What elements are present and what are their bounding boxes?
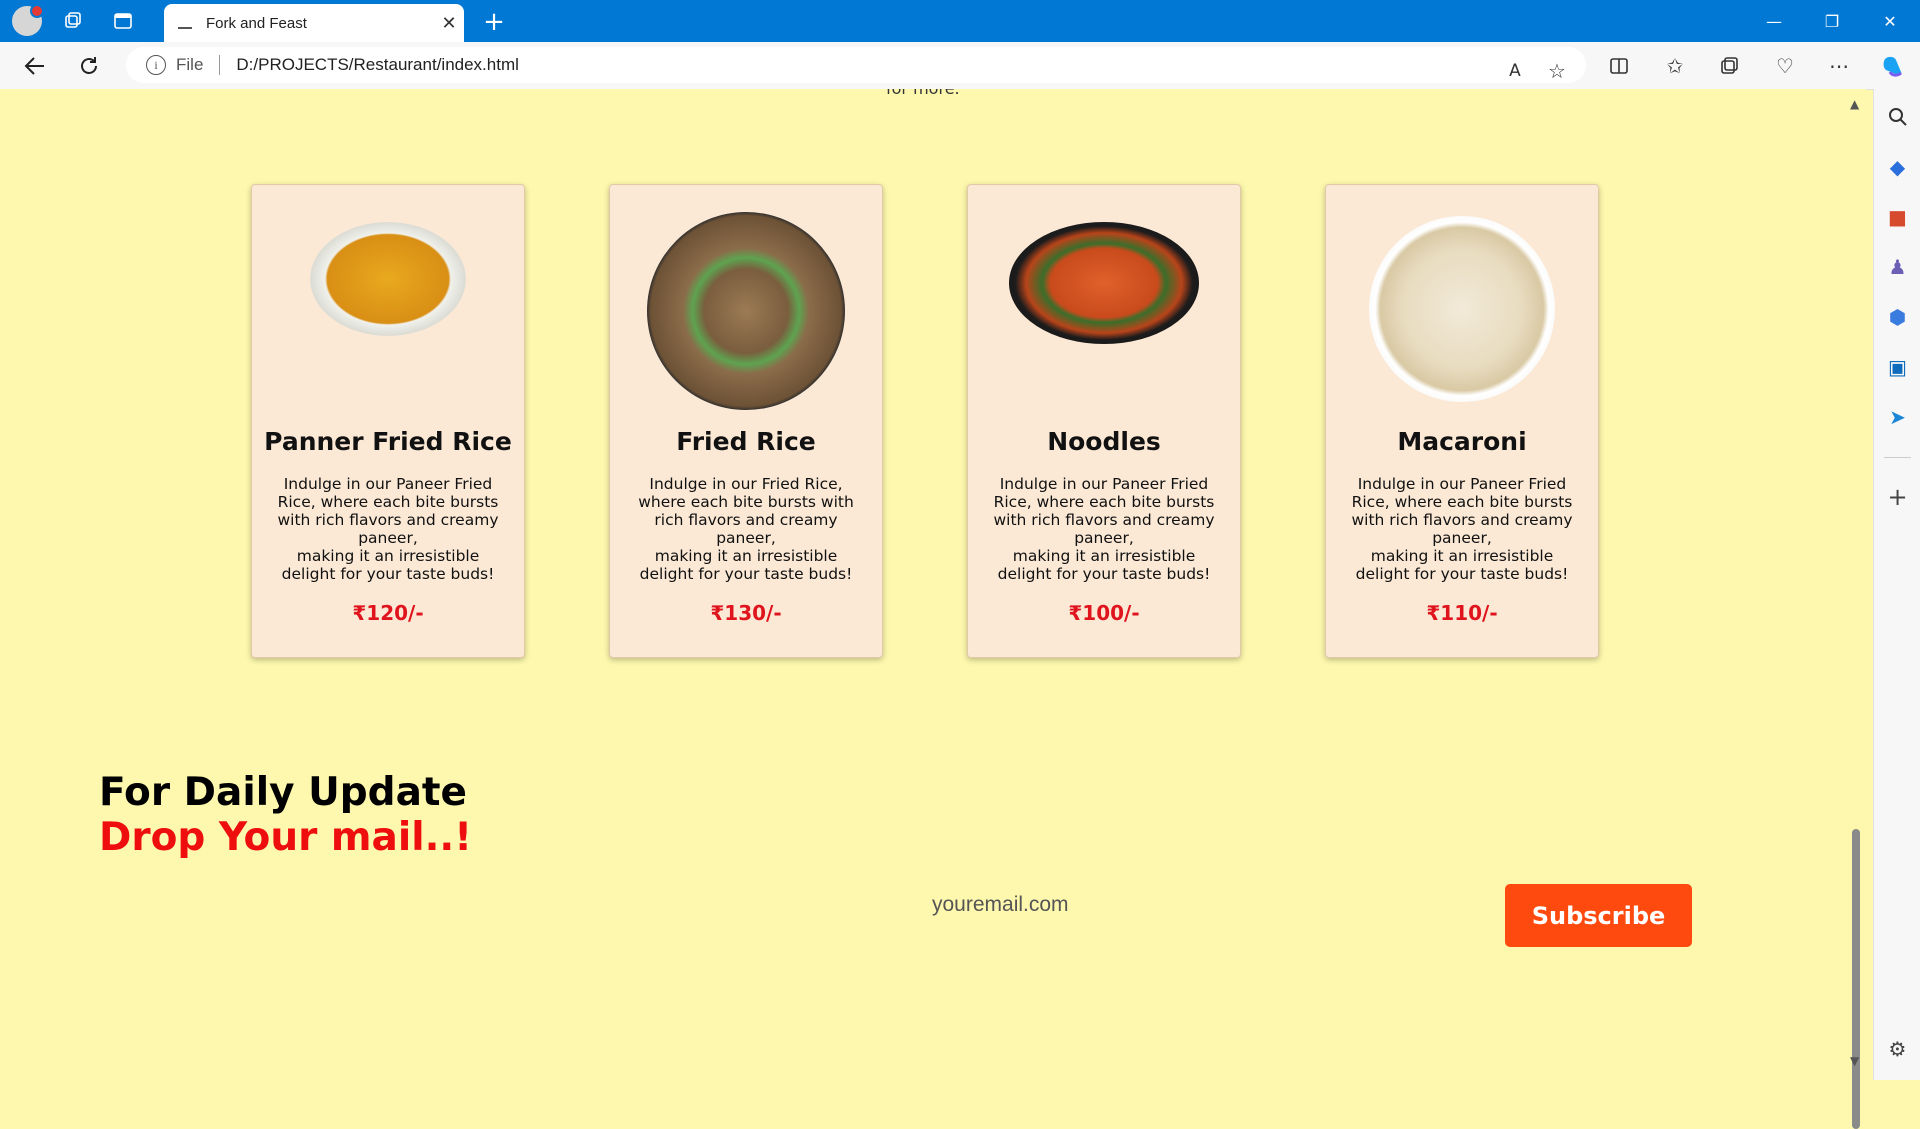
macaroni-image <box>1369 216 1555 402</box>
collections-icon[interactable] <box>1706 42 1752 89</box>
browser-toolbar: i File D:/PROJECTS/Restaurant/index.html… <box>0 42 1920 90</box>
refresh-button[interactable] <box>66 42 112 89</box>
address-prefix: File <box>176 55 204 74</box>
menu-card: Macaroni Indulge in our Paneer Fried Ric… <box>1325 184 1599 658</box>
sidebar-settings-icon[interactable]: ⚙ <box>1874 1029 1920 1069</box>
dish-name: Noodles <box>1047 427 1161 456</box>
scroll-thumb[interactable] <box>1852 829 1860 1129</box>
tab-fork-and-feast[interactable]: Fork and Feast ✕ <box>164 4 464 42</box>
restore-button[interactable]: ❐ <box>1803 0 1861 42</box>
tab-close-icon[interactable]: ✕ <box>434 13 464 34</box>
dish-name: Fried Rice <box>676 427 816 456</box>
favorites-icon[interactable]: ✩ <box>1652 42 1698 89</box>
settings-more-icon[interactable]: ⋯ <box>1816 42 1862 89</box>
read-aloud-icon[interactable]: A <box>1492 47 1538 94</box>
title-bar: Fork and Feast ✕ + — ❐ ✕ <box>0 0 1920 42</box>
scroll-down-icon[interactable]: ▼ <box>1850 1054 1859 1068</box>
menu-card: Noodles Indulge in our Paneer Fried Rice… <box>967 184 1241 658</box>
email-input[interactable] <box>930 884 1354 926</box>
dish-price: ₹130/- <box>710 601 782 625</box>
back-button[interactable] <box>12 42 58 89</box>
partial-text: for more. <box>886 89 960 98</box>
profile-button[interactable] <box>0 0 44 42</box>
page-scrollbar[interactable]: ▲ ▼ <box>1846 89 1866 1129</box>
games-icon[interactable]: ♟ <box>1874 247 1920 287</box>
add-sidebar-item-icon[interactable]: + <box>1874 477 1920 517</box>
address-divider <box>219 55 221 75</box>
edge-sidebar: ◆ ■ ♟ ⬢ ▣ ➤ + ⚙ <box>1873 89 1920 1080</box>
tab-title: Fork and Feast <box>206 14 307 32</box>
split-screen-icon[interactable] <box>1596 42 1642 89</box>
tools-icon[interactable]: ■ <box>1874 197 1920 237</box>
new-tab-button[interactable]: + <box>476 4 512 40</box>
dish-price: ₹100/- <box>1068 601 1140 625</box>
newsletter-title: For Daily Update <box>99 770 468 815</box>
minimize-button[interactable]: — <box>1745 0 1803 42</box>
dish-price: ₹110/- <box>1426 601 1498 625</box>
shopping-tag-icon[interactable]: ◆ <box>1874 147 1920 187</box>
outlook-icon[interactable]: ▣ <box>1874 347 1920 387</box>
tab-favicon-icon <box>178 17 192 29</box>
scroll-up-icon[interactable]: ▲ <box>1850 97 1859 111</box>
sidebar-divider <box>1884 457 1911 458</box>
address-bar[interactable]: i File D:/PROJECTS/Restaurant/index.html… <box>126 47 1586 83</box>
copilot-icon[interactable] <box>1870 42 1916 89</box>
close-window-button[interactable]: ✕ <box>1861 0 1919 42</box>
dish-description: Indulge in our Paneer Fried Rice, where … <box>1351 475 1573 583</box>
noodles-image <box>1009 222 1199 344</box>
workspaces-icon[interactable] <box>52 0 94 42</box>
microsoft365-icon[interactable]: ⬢ <box>1874 297 1920 337</box>
avatar <box>12 4 44 36</box>
url-text[interactable]: D:/PROJECTS/Restaurant/index.html <box>236 55 518 75</box>
search-icon[interactable] <box>1874 97 1920 137</box>
dish-description: Indulge in our Fried Rice, where each bi… <box>638 475 854 583</box>
dish-description: Indulge in our Paneer Fried Rice, where … <box>277 475 499 583</box>
dish-name: Panner Fried Rice <box>264 427 512 456</box>
browser-essentials-icon[interactable]: ♡ <box>1762 42 1808 89</box>
dish-price: ₹120/- <box>352 601 424 625</box>
newsletter-subtitle: Drop Your mail..! <box>99 815 473 860</box>
tab-actions-icon[interactable] <box>102 0 144 42</box>
dish-name: Macaroni <box>1397 427 1527 456</box>
send-icon[interactable]: ➤ <box>1874 397 1920 437</box>
favorite-star-icon[interactable]: ☆ <box>1534 47 1580 94</box>
site-info-icon[interactable]: i <box>146 55 166 75</box>
paneer-fried-rice-image <box>310 222 466 336</box>
dish-description: Indulge in our Paneer Fried Rice, where … <box>993 475 1215 583</box>
menu-card: Fried Rice Indulge in our Fried Rice, wh… <box>609 184 883 658</box>
menu-card: Panner Fried Rice Indulge in our Paneer … <box>251 184 525 658</box>
fried-rice-image <box>647 212 845 410</box>
subscribe-button[interactable]: Subscribe <box>1505 884 1692 947</box>
